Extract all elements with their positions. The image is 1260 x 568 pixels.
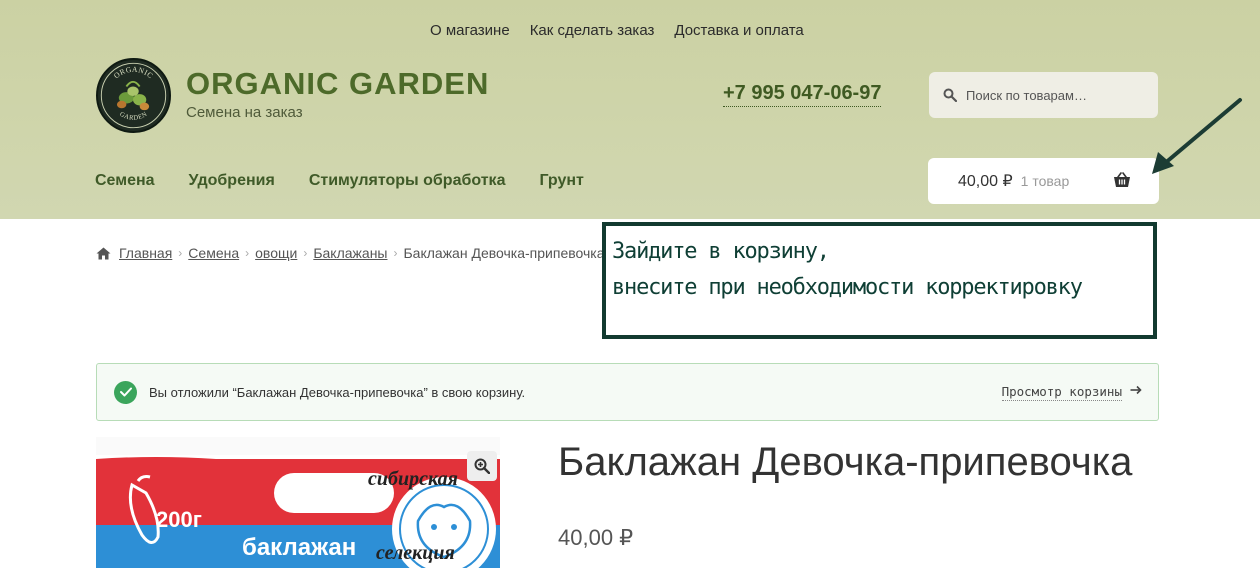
- product-image-weight: 200г: [156, 507, 202, 532]
- cart-amount: 40,00 ₽: [958, 173, 1013, 190]
- product-title: Баклажан Девочка-припевочка: [558, 440, 1133, 484]
- breadcrumb-separator: ›: [393, 246, 398, 260]
- annotation-arrow-icon: [1152, 98, 1242, 174]
- topnav-item-how-to-order[interactable]: Как сделать заказ: [530, 22, 655, 39]
- svg-text:GARDEN: GARDEN: [118, 111, 149, 122]
- home-icon: [96, 247, 111, 259]
- search-input[interactable]: [966, 87, 1146, 103]
- breadcrumb-current: Баклажан Девочка-припевочка: [403, 245, 605, 261]
- product-image-brand: сибирская: [368, 468, 458, 490]
- notice-message: Вы отложили “Баклажан Девочка-припевочка…: [149, 384, 526, 400]
- success-check-icon: [114, 380, 137, 404]
- callout-line-1: Зайдите в корзину,: [612, 239, 830, 264]
- annotation-callout: Зайдите в корзину, внесите при необходим…: [602, 222, 1157, 339]
- breadcrumb-link-home[interactable]: Главная: [119, 245, 172, 261]
- search-icon: [943, 88, 957, 102]
- arrow-right-icon[interactable]: [1130, 385, 1142, 395]
- top-navigation: О магазине Как сделать заказ Доставка и …: [430, 22, 804, 39]
- product-image[interactable]: 200г сибирская баклажан селекция: [96, 437, 500, 568]
- zoom-button[interactable]: [467, 451, 497, 481]
- mainnav-item-seeds[interactable]: Семена: [95, 172, 155, 190]
- basket-icon: [1114, 172, 1130, 187]
- header-cart-button[interactable]: 40,00 ₽ 1 товар: [928, 158, 1159, 204]
- topnav-item-about[interactable]: О магазине: [430, 22, 510, 39]
- breadcrumb: Главная › Семена › овощи › Баклажаны › Б…: [96, 245, 605, 261]
- logo[interactable]: ORGANIC GARDEN: [96, 58, 171, 133]
- logo-text-bottom: GARDEN: [118, 111, 148, 122]
- product-price: 40,00 ₽: [558, 525, 634, 550]
- product-image-label: селекция: [376, 542, 455, 564]
- mainnav-item-soil[interactable]: Грунт: [539, 172, 583, 190]
- phone-link[interactable]: +7 995 047-06-97: [723, 82, 882, 107]
- zoom-in-icon: [474, 458, 490, 474]
- main-navigation: Семена Удобрения Стимуляторы обработка Г…: [95, 172, 584, 190]
- site-tagline: Семена на заказ: [186, 104, 303, 121]
- breadcrumb-link-eggplants[interactable]: Баклажаны: [313, 245, 387, 261]
- cart-count: 1 товар: [1020, 173, 1070, 189]
- product-image-name: баклажан: [242, 534, 356, 561]
- breadcrumb-link-seeds[interactable]: Семена: [188, 245, 239, 261]
- search-box[interactable]: [929, 72, 1158, 118]
- mainnav-item-fertilizers[interactable]: Удобрения: [189, 172, 275, 190]
- breadcrumb-link-vegetables[interactable]: овощи: [255, 245, 297, 261]
- added-to-cart-notice: Вы отложили “Баклажан Девочка-припевочка…: [96, 363, 1159, 421]
- mainnav-item-stimulators[interactable]: Стимуляторы обработка: [309, 172, 506, 190]
- breadcrumb-separator: ›: [245, 246, 250, 260]
- breadcrumb-separator: ›: [178, 246, 183, 260]
- site-header: О магазине Как сделать заказ Доставка и …: [0, 0, 1260, 219]
- breadcrumb-separator: ›: [303, 246, 308, 260]
- topnav-item-delivery[interactable]: Доставка и оплата: [674, 22, 803, 39]
- view-cart-link[interactable]: Просмотр корзины: [1001, 384, 1122, 401]
- site-title[interactable]: ORGANIC GARDEN: [186, 66, 489, 102]
- logo-emblem: ORGANIC GARDEN: [100, 62, 167, 129]
- callout-line-2: внесите при необходимости корректировку: [612, 275, 1083, 300]
